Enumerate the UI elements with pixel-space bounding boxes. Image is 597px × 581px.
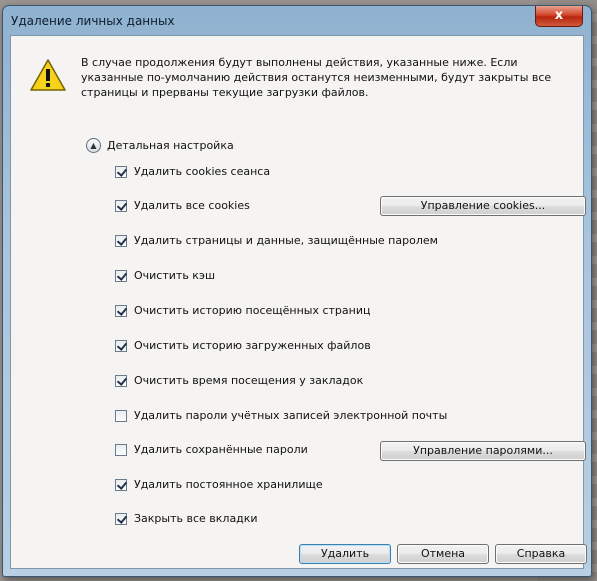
cancel-button[interactable]: Отмена: [397, 544, 489, 564]
checkbox[interactable]: [115, 304, 127, 317]
warning-icon: [30, 59, 66, 91]
option-delete-persistent-storage[interactable]: Удалить постоянное хранилище: [115, 478, 323, 491]
option-label: Удалить страницы и данные, защищённые па…: [134, 234, 438, 247]
dialog-content: В случае продолжения будут выполнены дей…: [10, 35, 587, 569]
detail-settings-toggle[interactable]: ▲ Детальная настройка: [86, 138, 234, 153]
checkbox[interactable]: [115, 165, 127, 178]
option-label: Очистить историю посещённых страниц: [134, 304, 371, 317]
checkbox[interactable]: [115, 409, 127, 422]
detail-settings-label: Детальная настройка: [107, 139, 234, 152]
window-title: Удаление личных данных: [11, 14, 175, 28]
checkbox[interactable]: [115, 234, 127, 247]
checkbox[interactable]: [115, 339, 127, 352]
close-button[interactable]: x: [535, 6, 583, 27]
checkbox[interactable]: [115, 374, 127, 387]
option-delete-session-cookies[interactable]: Удалить cookies сеанса: [115, 165, 270, 178]
option-clear-download-history[interactable]: Очистить историю загруженных файлов: [115, 339, 371, 352]
option-clear-history[interactable]: Очистить историю посещённых страниц: [115, 304, 370, 317]
option-label: Очистить кэш: [134, 269, 216, 282]
option-label: Очистить время посещения у закладок: [134, 374, 364, 387]
option-label: Удалить постоянное хранилище: [134, 478, 323, 491]
delete-button[interactable]: Удалить: [299, 544, 391, 564]
option-label: Удалить cookies сеанса: [134, 165, 271, 178]
manage-cookies-button[interactable]: Управление cookies...: [380, 196, 586, 216]
help-button[interactable]: Справка: [495, 544, 587, 564]
dialog-window: Удаление личных данных x В случае продол…: [2, 5, 592, 577]
checkbox[interactable]: [115, 199, 127, 212]
option-delete-password-pages[interactable]: Удалить страницы и данные, защищённые па…: [115, 234, 438, 247]
option-label: Удалить все cookies: [134, 199, 250, 212]
manage-passwords-button[interactable]: Управление паролями...: [380, 441, 586, 461]
option-clear-cache[interactable]: Очистить кэш: [115, 269, 215, 282]
titlebar: Удаление личных данных x: [3, 6, 591, 34]
checkbox[interactable]: [115, 512, 127, 525]
option-clear-bookmark-visits[interactable]: Очистить время посещения у закладок: [115, 374, 363, 387]
option-close-all-tabs[interactable]: Закрыть все вкладки: [115, 512, 258, 525]
option-delete-saved-passwords[interactable]: Удалить сохранённые пароли: [115, 443, 308, 456]
option-label: Закрыть все вкладки: [134, 512, 258, 525]
option-delete-all-cookies[interactable]: Удалить все cookies: [115, 199, 250, 212]
warning-message: В случае продолжения будут выполнены дей…: [81, 56, 552, 99]
option-delete-mail-passwords[interactable]: Удалить пароли учётных записей электронн…: [115, 409, 447, 422]
checkbox[interactable]: [115, 269, 127, 282]
checkbox[interactable]: [115, 478, 127, 491]
checkbox[interactable]: [115, 443, 127, 456]
option-label: Удалить сохранённые пароли: [134, 443, 308, 456]
option-label: Удалить пароли учётных записей электронн…: [134, 409, 448, 422]
chevron-up-icon[interactable]: ▲: [86, 138, 101, 153]
option-label: Очистить историю загруженных файлов: [134, 339, 371, 352]
